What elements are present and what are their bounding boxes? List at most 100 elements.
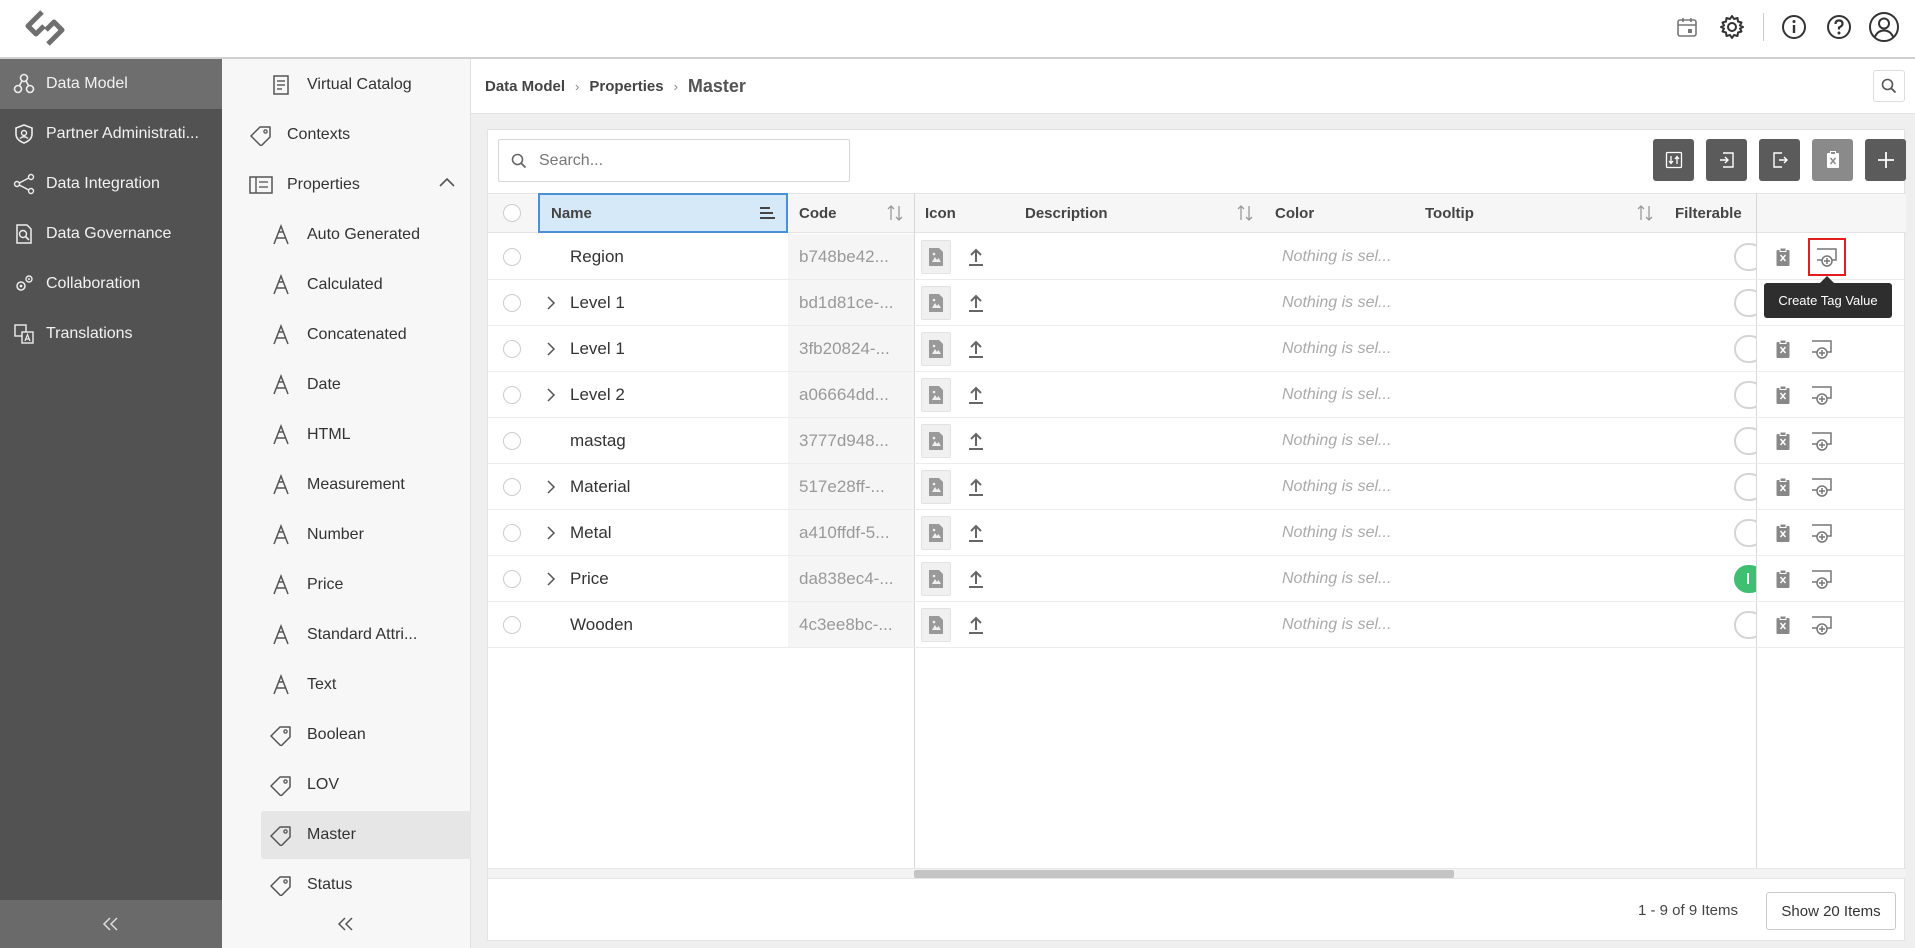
subnav-item-number[interactable]: Number xyxy=(261,511,471,559)
upload-icon[interactable] xyxy=(967,431,985,451)
create-tag-value-icon[interactable] xyxy=(1810,476,1834,498)
name-cell[interactable]: Level 2 xyxy=(538,372,788,417)
row-checkbox[interactable] xyxy=(503,431,521,450)
upload-icon[interactable] xyxy=(967,385,985,405)
name-cell[interactable]: Metal xyxy=(538,510,788,555)
filterable-toggle[interactable] xyxy=(1734,334,1756,363)
nav-item-translations[interactable]: Translations xyxy=(0,309,222,359)
subnav-item-standard-attri[interactable]: Standard Attri... xyxy=(261,611,471,659)
column-header-filterable[interactable]: Filterable xyxy=(1664,193,1756,233)
chevron-up-icon[interactable] xyxy=(439,177,455,187)
sort-icon[interactable] xyxy=(886,204,904,222)
delete-button[interactable] xyxy=(1812,139,1853,181)
nav-item-partner-administration[interactable]: Partner Administrati... xyxy=(0,109,222,159)
row-checkbox[interactable] xyxy=(503,385,521,404)
name-cell[interactable]: Level 1 xyxy=(538,326,788,371)
nav-item-data-model[interactable]: Data Model xyxy=(0,59,222,109)
description-cell[interactable] xyxy=(1014,280,1264,325)
chevron-right-icon[interactable] xyxy=(546,387,560,402)
color-cell[interactable]: Nothing is sel... xyxy=(1264,556,1414,601)
column-header-color[interactable]: Color xyxy=(1264,193,1414,233)
filterable-toggle[interactable] xyxy=(1734,564,1756,593)
image-placeholder-icon[interactable] xyxy=(921,331,951,366)
chevron-right-icon[interactable] xyxy=(546,341,560,356)
image-placeholder-icon[interactable] xyxy=(921,377,951,412)
column-header-description[interactable]: Description xyxy=(1014,193,1264,233)
image-placeholder-icon[interactable] xyxy=(921,607,951,642)
create-tag-value-icon[interactable] xyxy=(1810,338,1834,360)
color-cell[interactable]: Nothing is sel... xyxy=(1264,464,1414,509)
delete-row-icon[interactable] xyxy=(1775,615,1791,635)
search-button[interactable] xyxy=(1873,70,1905,102)
sort-icon[interactable] xyxy=(1236,204,1254,222)
delete-row-icon[interactable] xyxy=(1775,431,1791,451)
chevron-right-icon[interactable] xyxy=(546,571,560,586)
row-checkbox[interactable] xyxy=(503,293,521,312)
color-cell[interactable]: Nothing is sel... xyxy=(1264,418,1414,463)
collapse-subnav-button[interactable] xyxy=(222,900,470,948)
add-button[interactable] xyxy=(1865,139,1906,181)
search-input[interactable] xyxy=(539,151,839,170)
image-placeholder-icon[interactable] xyxy=(921,515,951,550)
breadcrumb-item[interactable]: Data Model xyxy=(485,78,565,95)
subnav-item-virtual-catalog[interactable]: Virtual Catalog xyxy=(261,61,471,109)
delete-row-icon[interactable] xyxy=(1775,523,1791,543)
filterable-toggle[interactable] xyxy=(1734,472,1756,501)
table-row[interactable]: Wooden 4c3ee8bc-... Nothing is sel... xyxy=(488,602,1906,648)
table-row[interactable]: Region b748be42... Nothing is sel... xyxy=(488,234,1906,280)
name-cell[interactable]: Price xyxy=(538,556,788,601)
help-icon[interactable] xyxy=(1822,9,1856,45)
upload-icon[interactable] xyxy=(967,247,985,267)
tooltip-cell[interactable] xyxy=(1414,372,1664,417)
subnav-item-measurement[interactable]: Measurement xyxy=(261,461,471,509)
column-header-tooltip[interactable]: Tooltip xyxy=(1414,193,1664,233)
subnav-item-master[interactable]: Master xyxy=(261,811,471,859)
calendar-icon[interactable] xyxy=(1670,9,1704,45)
subnav-item-boolean[interactable]: Boolean xyxy=(261,711,471,759)
delete-row-icon[interactable] xyxy=(1775,477,1791,497)
subnav-item-text[interactable]: Text xyxy=(261,661,471,709)
filterable-toggle[interactable] xyxy=(1734,426,1756,455)
tooltip-cell[interactable] xyxy=(1414,464,1664,509)
description-cell[interactable] xyxy=(1014,464,1264,509)
create-tag-value-icon[interactable] xyxy=(1810,614,1834,636)
row-checkbox[interactable] xyxy=(503,615,521,634)
tooltip-cell[interactable] xyxy=(1414,326,1664,371)
gear-icon[interactable] xyxy=(1715,9,1749,45)
page-size-button[interactable]: Show 20 Items xyxy=(1766,892,1896,930)
color-cell[interactable]: Nothing is sel... xyxy=(1264,510,1414,555)
name-cell[interactable]: Wooden xyxy=(538,602,788,647)
nav-item-data-governance[interactable]: Data Governance xyxy=(0,209,222,259)
delete-row-icon[interactable] xyxy=(1775,339,1791,359)
export-button[interactable] xyxy=(1759,139,1800,181)
table-row[interactable]: mastag 3777d948... Nothing is sel... xyxy=(488,418,1906,464)
description-cell[interactable] xyxy=(1014,234,1264,279)
subnav-item-price[interactable]: Price xyxy=(261,561,471,609)
subnav-item-auto-generated[interactable]: Auto Generated xyxy=(261,211,471,259)
description-cell[interactable] xyxy=(1014,556,1264,601)
column-header-name[interactable]: Name xyxy=(538,193,788,233)
upload-icon[interactable] xyxy=(967,293,985,313)
delete-row-icon[interactable] xyxy=(1775,247,1791,267)
image-placeholder-icon[interactable] xyxy=(921,423,951,458)
create-tag-value-icon[interactable] xyxy=(1810,430,1834,452)
description-cell[interactable] xyxy=(1014,372,1264,417)
subnav-item-lov[interactable]: LOV xyxy=(261,761,471,809)
tooltip-cell[interactable] xyxy=(1414,510,1664,555)
upload-icon[interactable] xyxy=(967,615,985,635)
subnav-item-date[interactable]: Date xyxy=(261,361,471,409)
delete-row-icon[interactable] xyxy=(1775,569,1791,589)
tooltip-cell[interactable] xyxy=(1414,234,1664,279)
select-all-checkbox[interactable] xyxy=(503,204,521,222)
create-tag-value-icon[interactable] xyxy=(1808,237,1846,276)
table-row[interactable]: Level 1 bd1d81ce-... Nothing is sel... xyxy=(488,280,1906,326)
description-cell[interactable] xyxy=(1014,510,1264,555)
create-tag-value-icon[interactable] xyxy=(1810,568,1834,590)
chevron-right-icon[interactable] xyxy=(546,525,560,540)
upload-icon[interactable] xyxy=(967,339,985,359)
chevron-right-icon[interactable] xyxy=(546,479,560,494)
image-placeholder-icon[interactable] xyxy=(921,285,951,320)
table-row[interactable]: Metal a410ffdf-5... Nothing is sel... xyxy=(488,510,1906,556)
filterable-toggle[interactable] xyxy=(1734,380,1756,409)
image-placeholder-icon[interactable] xyxy=(921,469,951,504)
